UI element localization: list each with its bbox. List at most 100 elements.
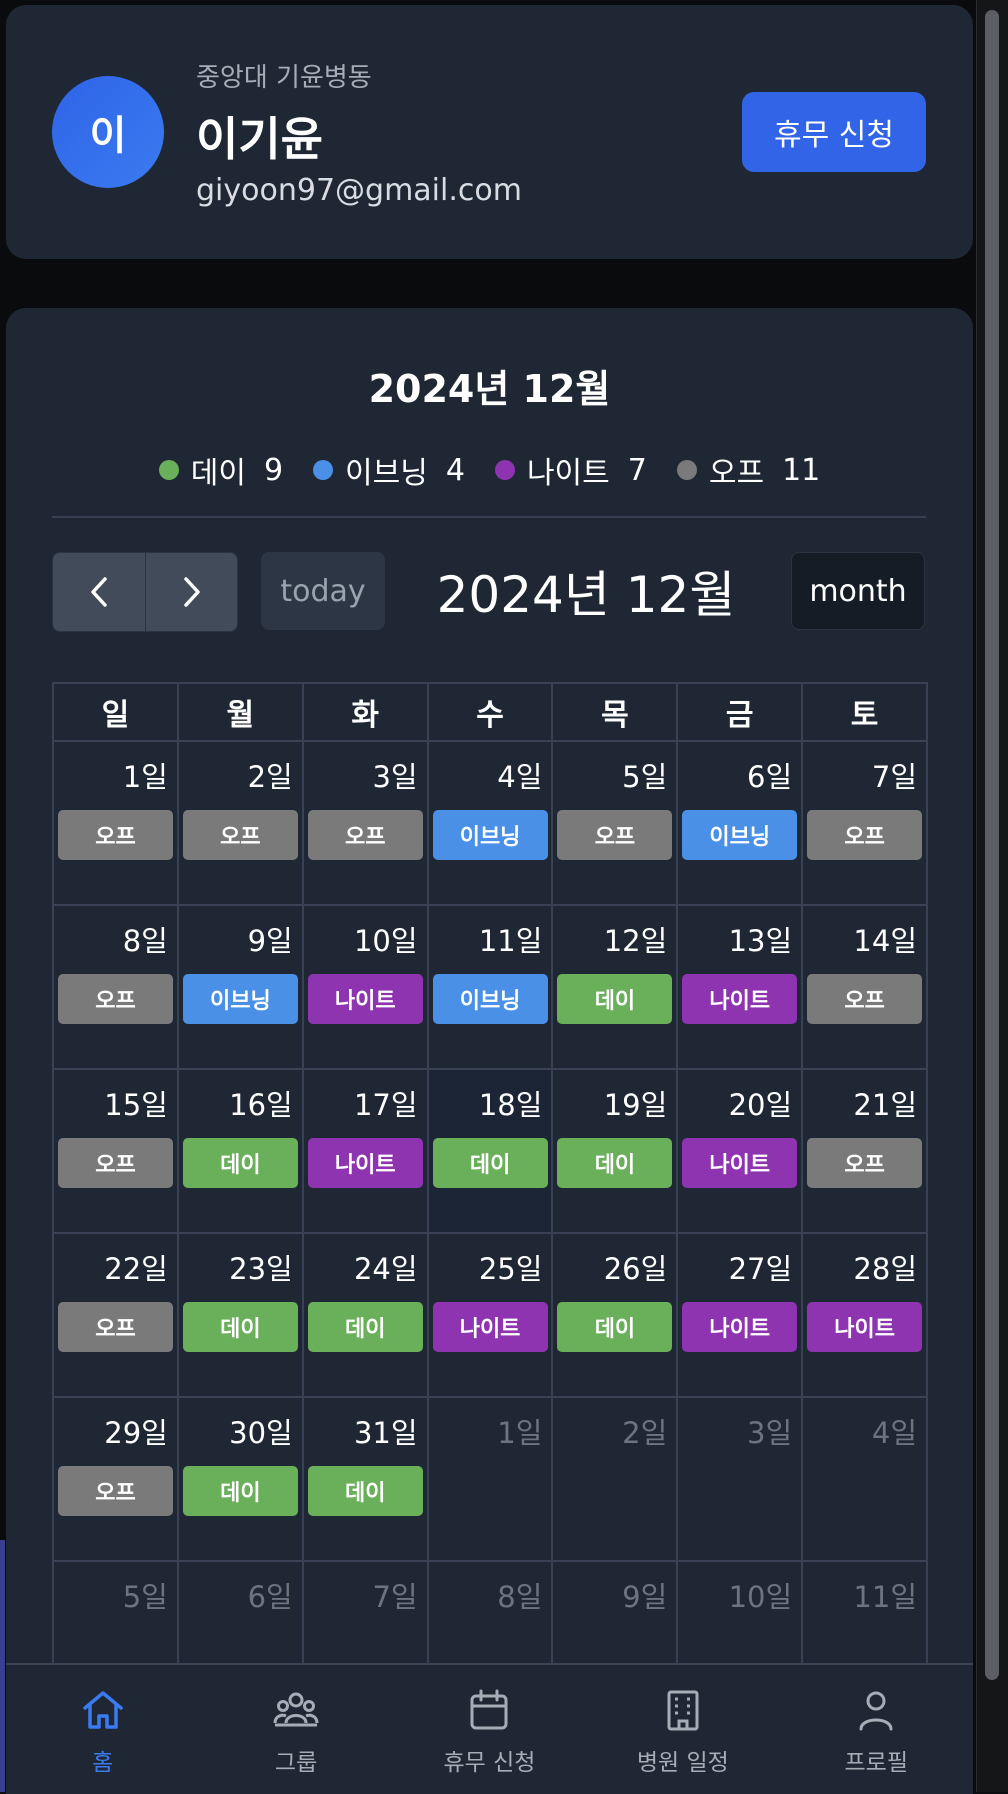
day-number[interactable]: 19일 xyxy=(604,1082,668,1124)
day-number[interactable]: 1일 xyxy=(123,754,168,796)
day-cell[interactable]: 2일오프 xyxy=(178,742,304,906)
day-number[interactable]: 26일 xyxy=(604,1246,668,1288)
shift-event[interactable]: 이브닝 xyxy=(682,810,798,860)
day-cell[interactable]: 17일 나이트 xyxy=(303,1070,429,1234)
today-button[interactable]: today xyxy=(261,552,385,630)
day-cell[interactable]: 3일 오프 xyxy=(303,742,429,906)
day-number[interactable]: 11일 xyxy=(479,918,543,960)
shift-event[interactable]: 나이트 xyxy=(682,1138,798,1188)
day-number[interactable]: 4일 xyxy=(872,1410,917,1452)
shift-event[interactable]: 나이트 xyxy=(307,974,423,1024)
shift-event[interactable]: 오프 xyxy=(58,974,173,1024)
day-number[interactable]: 18일 xyxy=(479,1082,543,1124)
day-number[interactable]: 27일 xyxy=(729,1246,793,1288)
leave-request-button[interactable]: 휴무 신청 xyxy=(742,92,926,172)
shift-event[interactable]: 오프 xyxy=(307,810,423,860)
day-number[interactable]: 25일 xyxy=(479,1246,543,1288)
day-number[interactable]: 23일 xyxy=(229,1246,293,1288)
day-cell[interactable]: 31일 데이 xyxy=(303,1398,429,1562)
day-number[interactable]: 8일 xyxy=(123,918,168,960)
day-cell[interactable]: 8일오프 xyxy=(54,906,179,1070)
shift-event[interactable]: 데이 xyxy=(307,1302,423,1352)
day-number[interactable]: 22일 xyxy=(104,1246,168,1288)
shift-event[interactable]: 이브닝 xyxy=(432,810,548,860)
day-number[interactable]: 15일 xyxy=(104,1082,168,1124)
day-number[interactable]: 6일 xyxy=(747,754,792,796)
nav-tab[interactable]: 그룹 xyxy=(206,1665,386,1777)
shift-event[interactable]: 오프 xyxy=(58,1138,173,1188)
shift-event[interactable]: 오프 xyxy=(58,810,173,860)
shift-event[interactable]: 이브닝 xyxy=(182,974,298,1024)
shift-event[interactable]: 오프 xyxy=(807,974,923,1024)
shift-event[interactable]: 이브닝 xyxy=(432,974,548,1024)
scrollbar[interactable] xyxy=(976,0,1008,1792)
shift-event[interactable]: 나이트 xyxy=(682,1302,798,1352)
day-cell[interactable]: 10일나이트 xyxy=(303,906,429,1070)
day-cell[interactable]: 29일오프 xyxy=(54,1398,179,1562)
day-cell[interactable]: 1일 xyxy=(428,1398,554,1562)
day-cell[interactable]: 4일이브닝 xyxy=(428,742,554,906)
day-cell[interactable]: 5일오프 xyxy=(553,742,679,906)
scrollbar-thumb[interactable] xyxy=(985,10,999,1680)
shift-event[interactable]: 데이 xyxy=(557,1138,673,1188)
day-cell[interactable]: 27일나이트 xyxy=(678,1234,804,1398)
day-number[interactable]: 14일 xyxy=(853,918,917,960)
day-number[interactable]: 6일 xyxy=(248,1574,293,1616)
day-number[interactable]: 2일 xyxy=(622,1410,667,1452)
day-number[interactable]: 9일 xyxy=(622,1574,667,1616)
day-number[interactable]: 30일 xyxy=(229,1410,293,1452)
shift-event[interactable]: 데이 xyxy=(557,974,673,1024)
day-cell[interactable]: 4일 xyxy=(803,1398,929,1562)
day-number[interactable]: 7일 xyxy=(372,1574,417,1616)
next-month-button[interactable] xyxy=(145,553,237,631)
day-number[interactable]: 13일 xyxy=(729,918,793,960)
day-cell[interactable]: 14일오프 xyxy=(803,906,929,1070)
day-cell[interactable]: 20일나이트 xyxy=(678,1070,804,1234)
day-number[interactable]: 9일 xyxy=(248,918,293,960)
day-number[interactable]: 8일 xyxy=(497,1574,542,1616)
day-number[interactable]: 5일 xyxy=(622,754,667,796)
day-cell[interactable]: 1일오프 xyxy=(54,742,179,906)
shift-event[interactable]: 오프 xyxy=(58,1466,173,1516)
day-number[interactable]: 28일 xyxy=(853,1246,917,1288)
day-cell[interactable]: 9일이브닝 xyxy=(178,906,304,1070)
day-number[interactable]: 7일 xyxy=(872,754,917,796)
day-number[interactable]: 5일 xyxy=(123,1574,168,1616)
day-cell[interactable]: 11일이브닝 xyxy=(428,906,554,1070)
day-cell[interactable]: 2일 xyxy=(553,1398,679,1562)
day-cell[interactable]: 3일 xyxy=(678,1398,804,1562)
day-cell[interactable]: 18일 데이 xyxy=(428,1070,554,1234)
day-number[interactable]: 2일 xyxy=(248,754,293,796)
shift-event[interactable]: 오프 xyxy=(557,810,673,860)
day-number[interactable]: 1일 xyxy=(497,1410,542,1452)
day-number[interactable]: 29일 xyxy=(104,1410,168,1452)
day-cell[interactable]: 30일데이 xyxy=(178,1398,304,1562)
day-cell[interactable]: 23일데이 xyxy=(178,1234,304,1398)
nav-tab[interactable]: 홈 xyxy=(13,1665,193,1777)
day-number[interactable]: 10일 xyxy=(354,918,418,960)
day-cell[interactable]: 26일 데이 xyxy=(553,1234,679,1398)
day-cell[interactable]: 6일이브닝 xyxy=(678,742,804,906)
prev-month-button[interactable] xyxy=(53,553,145,631)
day-cell[interactable]: 22일 오프 xyxy=(54,1234,179,1398)
day-cell[interactable]: 7일오프 xyxy=(803,742,929,906)
day-number[interactable]: 11일 xyxy=(853,1574,917,1616)
day-cell[interactable]: 16일데이 xyxy=(178,1070,304,1234)
day-cell[interactable]: 15일오프 xyxy=(54,1070,179,1234)
nav-tab[interactable]: 휴무 신청 xyxy=(399,1665,579,1777)
day-number[interactable]: 21일 xyxy=(853,1082,917,1124)
day-cell[interactable]: 19일데이 xyxy=(553,1070,679,1234)
day-number[interactable]: 4일 xyxy=(497,754,542,796)
shift-event[interactable]: 데이 xyxy=(182,1466,298,1516)
shift-event[interactable]: 데이 xyxy=(182,1302,298,1352)
shift-event[interactable]: 오프 xyxy=(807,1138,923,1188)
shift-event[interactable]: 데이 xyxy=(182,1138,298,1188)
day-number[interactable]: 10일 xyxy=(729,1574,793,1616)
day-number[interactable]: 16일 xyxy=(229,1082,293,1124)
day-cell[interactable]: 28일 나이트 xyxy=(803,1234,929,1398)
shift-event[interactable]: 오프 xyxy=(807,810,923,860)
day-number[interactable]: 20일 xyxy=(729,1082,793,1124)
day-cell[interactable]: 21일오프 xyxy=(803,1070,929,1234)
shift-event[interactable]: 오프 xyxy=(182,810,298,860)
day-cell[interactable]: 24일 데이 xyxy=(303,1234,429,1398)
